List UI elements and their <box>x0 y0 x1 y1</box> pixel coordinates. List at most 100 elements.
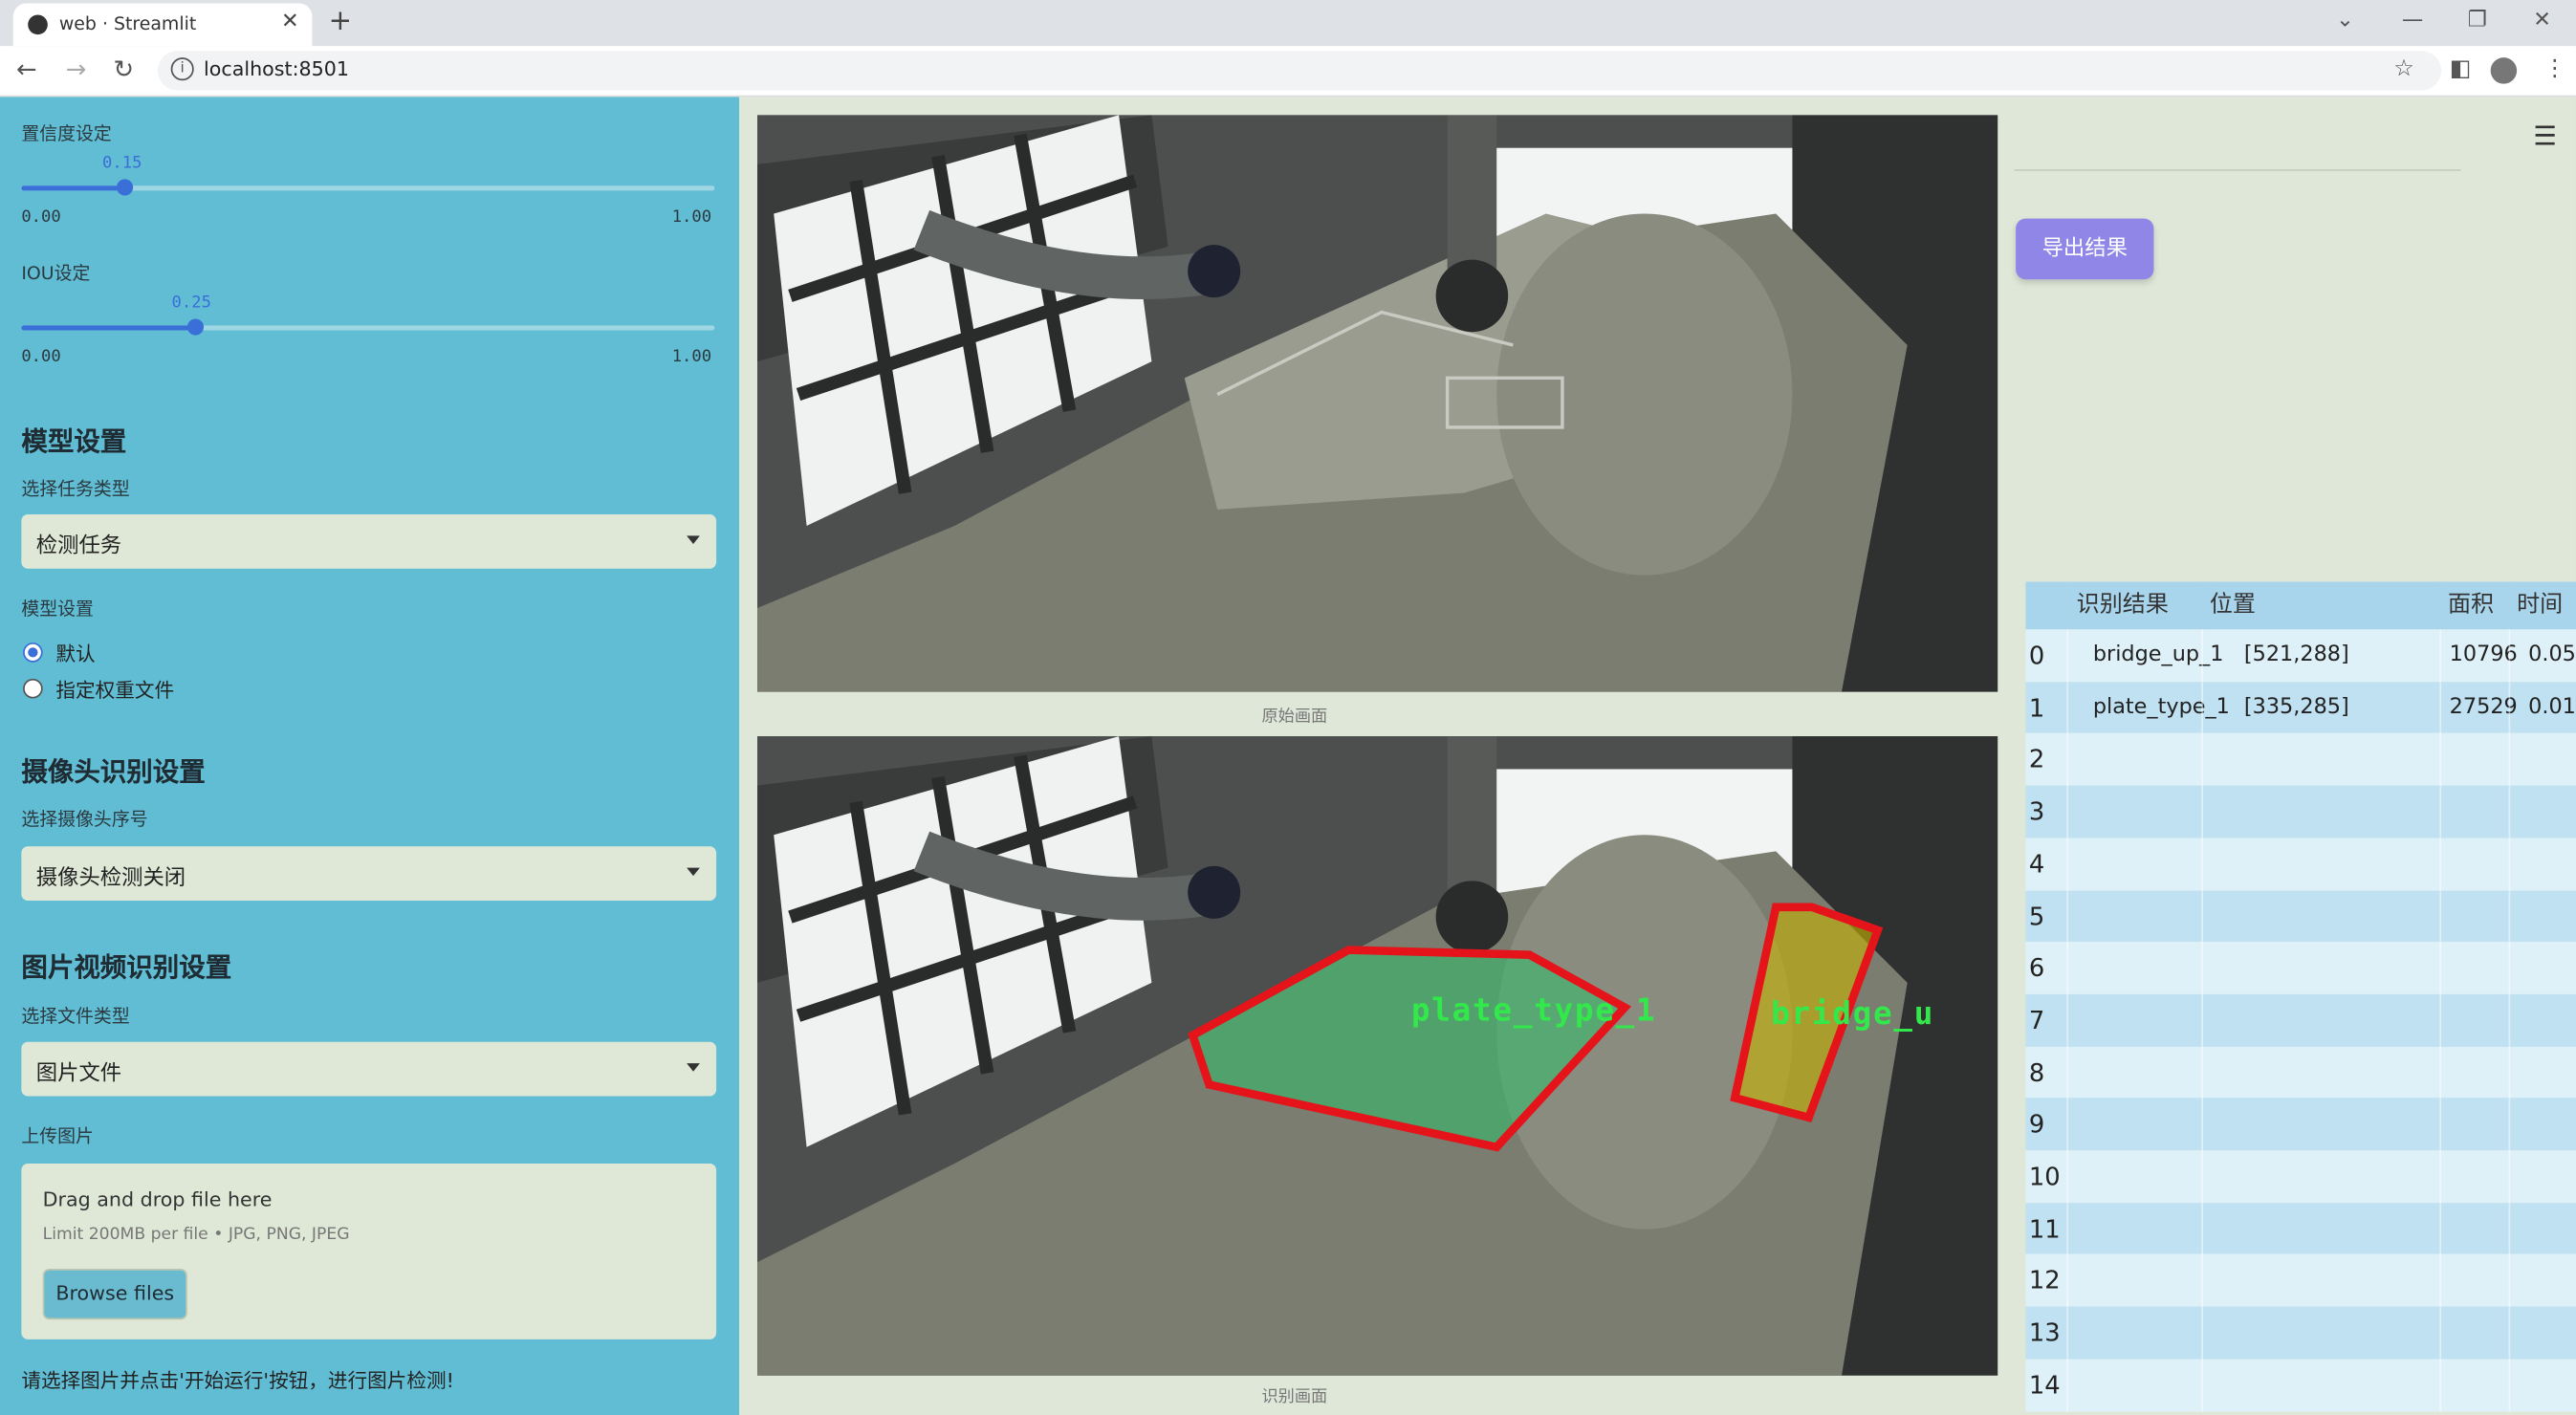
radio-custom-weights[interactable] <box>23 678 43 699</box>
table-row[interactable]: 11 <box>2025 1202 2576 1255</box>
iou-slider-fill <box>21 325 195 331</box>
radio-default[interactable] <box>23 642 43 663</box>
tab-search-chevron-icon[interactable]: ⌄ <box>2336 9 2354 33</box>
forward-icon[interactable]: → <box>66 54 87 84</box>
confidence-slider[interactable] <box>21 179 715 196</box>
column-divider <box>2439 838 2442 891</box>
table-row[interactable]: 13 <box>2025 1306 2576 1360</box>
site-info-icon[interactable]: i <box>170 57 194 81</box>
restore-icon[interactable]: ❐ <box>2468 9 2487 33</box>
column-divider <box>2201 1254 2203 1308</box>
export-results-button[interactable]: 导出结果 <box>2016 218 2154 280</box>
iou-slider[interactable] <box>21 318 715 336</box>
column-divider <box>2508 733 2511 787</box>
column-divider <box>2439 1306 2442 1360</box>
table-row[interactable]: 1 plate_type_1 [335,285] 27529 0.01 <box>2025 681 2576 734</box>
column-divider <box>2066 1359 2069 1412</box>
column-divider <box>2439 1202 2442 1255</box>
browse-files-button[interactable]: Browse files <box>42 1268 187 1320</box>
column-divider <box>2508 993 2511 1047</box>
column-divider <box>2508 1150 2511 1204</box>
browser-menu-icon[interactable]: ⋮ <box>2543 55 2566 82</box>
table-row[interactable]: 14 <box>2025 1359 2576 1412</box>
table-row[interactable]: 0 bridge_up_1 [521,288] 10796 0.05 <box>2025 629 2576 683</box>
table-row[interactable]: 9 <box>2025 1098 2576 1151</box>
table-row[interactable]: 6 <box>2025 942 2576 995</box>
iou-slider-thumb[interactable] <box>186 318 204 336</box>
table-header-position[interactable]: 位置 <box>2201 581 2448 630</box>
reload-icon[interactable]: ↻ <box>114 54 135 84</box>
column-divider <box>2201 1202 2203 1255</box>
table-row[interactable]: 4 <box>2025 838 2576 891</box>
file-dropzone[interactable]: Drag and drop file here Limit 200MB per … <box>21 1163 717 1339</box>
camera-section-title: 摄像头识别设置 <box>21 755 206 788</box>
table-cell-index: 6 <box>2028 953 2045 984</box>
table-header-time[interactable]: 时间 <box>2508 581 2576 630</box>
table-row[interactable]: 8 <box>2025 1046 2576 1099</box>
confidence-slider-thumb[interactable] <box>117 179 134 196</box>
table-row[interactable]: 12 <box>2025 1254 2576 1308</box>
column-divider <box>2201 1306 2203 1360</box>
tab-close-icon[interactable]: ✕ <box>281 10 299 34</box>
table-row[interactable]: 3 <box>2025 785 2576 838</box>
column-divider <box>2439 1098 2442 1151</box>
column-divider <box>2439 993 2442 1047</box>
model-section-title: 模型设置 <box>21 425 127 457</box>
table-cell-index: 10 <box>2028 1162 2061 1192</box>
column-divider <box>2439 1150 2442 1204</box>
table-cell-position: [335,285] <box>2243 694 2349 720</box>
bookmark-star-icon[interactable]: ☆ <box>2393 55 2414 82</box>
iou-min: 0.00 <box>21 348 61 367</box>
camera-value: 摄像头检测关闭 <box>35 865 186 891</box>
table-cell-index: 11 <box>2028 1213 2061 1244</box>
main-menu-icon[interactable]: ☰ <box>2533 120 2557 151</box>
camera-select[interactable]: 摄像头检测关闭 <box>21 846 717 901</box>
column-divider <box>2066 1046 2069 1099</box>
column-divider <box>2201 629 2203 683</box>
url-text: localhost:8501 <box>204 57 350 81</box>
original-image <box>757 115 1998 692</box>
table-cell-result: plate_type_1 <box>2092 694 2230 720</box>
confidence-max: 1.00 <box>671 208 712 228</box>
back-icon[interactable]: ← <box>16 54 37 84</box>
table-header-result[interactable]: 识别结果 <box>2066 581 2212 630</box>
iou-label: IOU设定 <box>21 263 91 285</box>
task-type-select[interactable]: 检测任务 <box>21 514 717 569</box>
new-tab-icon[interactable]: + <box>329 5 352 37</box>
streamlit-favicon-icon <box>28 14 48 35</box>
model-setting-label: 模型设置 <box>21 598 94 620</box>
minimize-icon[interactable]: — <box>2402 9 2423 33</box>
file-type-value: 图片文件 <box>35 1061 122 1087</box>
column-divider <box>2508 785 2511 838</box>
column-divider <box>2439 942 2442 995</box>
confidence-label: 置信度设定 <box>21 122 112 145</box>
table-row[interactable]: 7 <box>2025 993 2576 1047</box>
column-divider <box>2066 1306 2069 1360</box>
bridge-detection-label: bridge_u <box>1771 995 1935 1033</box>
table-cell-index: 14 <box>2028 1370 2061 1401</box>
table-row[interactable]: 10 <box>2025 1150 2576 1204</box>
side-panel-icon[interactable]: ◧ <box>2450 55 2472 82</box>
confidence-value: 0.15 <box>102 154 142 173</box>
table-cell-index: 8 <box>2028 1057 2045 1088</box>
column-divider <box>2439 785 2442 838</box>
column-divider <box>2508 942 2511 995</box>
profile-avatar-icon[interactable] <box>2490 57 2518 84</box>
column-divider <box>2201 1098 2203 1151</box>
browser-tab[interactable]: web · Streamlit ✕ <box>12 3 313 47</box>
dropzone-title: Drag and drop file here <box>42 1187 273 1211</box>
column-divider <box>2201 838 2203 891</box>
address-bar[interactable]: i localhost:8501 <box>157 51 2442 91</box>
camera-label: 选择摄像头序号 <box>21 808 148 831</box>
table-cell-index: 5 <box>2028 901 2045 931</box>
table-cell-index: 2 <box>2028 745 2045 775</box>
column-divider <box>2508 1306 2511 1360</box>
column-divider <box>2066 1202 2069 1255</box>
file-type-select[interactable]: 图片文件 <box>21 1041 717 1097</box>
column-divider <box>2508 1046 2511 1099</box>
table-header-index <box>2025 581 2067 630</box>
close-window-icon[interactable]: ✕ <box>2533 9 2551 33</box>
table-row[interactable]: 5 <box>2025 889 2576 943</box>
table-row[interactable]: 2 <box>2025 733 2576 787</box>
table-header-area[interactable]: 面积 <box>2439 581 2518 630</box>
